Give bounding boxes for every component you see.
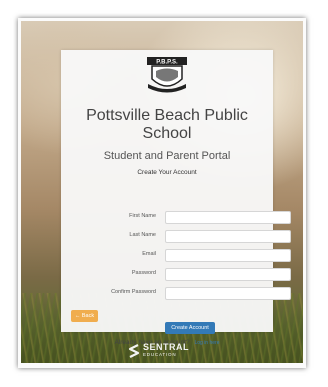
school-crest-lettering: P.B.P.S. [156,60,178,66]
signup-card: P.B.P.S. Pottsville Beach Public School … [61,50,291,346]
create-account-button[interactable]: Create Account [165,322,215,334]
confirm-password-row: Confirm Password [67,287,291,300]
email-input[interactable] [165,249,291,262]
first-name-input[interactable] [165,211,291,224]
window-frame: P.B.P.S. Pottsville Beach Public School … [18,18,306,368]
confirm-password-input[interactable] [165,287,291,300]
last-name-row: Last Name [67,230,291,243]
password-label: Password [131,270,156,276]
last-name-input[interactable] [165,230,291,243]
back-button[interactable]: ← Back [71,310,98,322]
sentral-brand-text: SENTRAL [143,342,189,352]
portal-title: Student and Parent Portal [103,150,231,162]
school-name: Pottsville Beach Public School [86,107,248,142]
last-name-label: Last Name [129,232,156,238]
first-name-label: First Name [129,213,156,219]
password-input[interactable] [165,268,291,281]
email-label: Email [142,251,156,257]
confirm-password-label: Confirm Password [111,289,156,295]
form-heading: Create Your Account [137,169,197,176]
password-row: Password [67,268,291,281]
sentral-sub-text: EDUCATION [143,352,177,357]
first-name-row: First Name [67,211,291,224]
background-scene: P.B.P.S. Pottsville Beach Public School … [21,21,303,363]
school-crest-icon: P.B.P.S. [147,57,187,93]
sentral-logo-icon [128,344,140,358]
email-row: Email [67,249,291,262]
sentral-footer-logo: SENTRAL EDUCATION [127,342,207,360]
